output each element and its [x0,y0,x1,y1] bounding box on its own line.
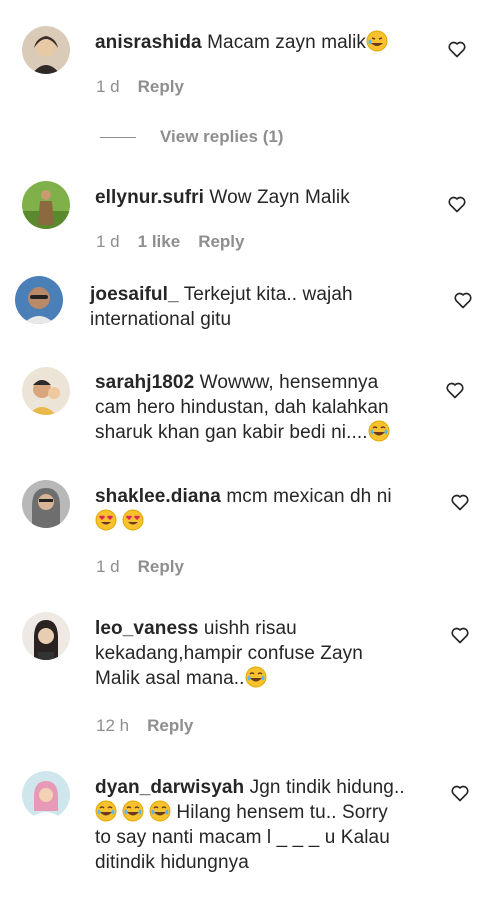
avatar[interactable] [22,367,70,415]
avatar[interactable] [22,771,70,819]
comment-meta: 1 d 1 like Reply [96,232,244,252]
joy-emoji-icon [122,800,144,822]
comment-body: kekadang,hampir confuse Zayn [95,643,363,664]
username[interactable]: anisrashida [95,32,202,53]
comment-body: uishh risau [203,618,297,639]
comment-body: ditindik hidungnya [95,852,249,873]
comment-meta: 12 h Reply [96,716,193,736]
heart-eyes-emoji-icon [95,509,117,531]
username[interactable]: joesaiful_ [90,284,179,305]
avatar[interactable] [22,26,70,74]
timestamp: 1 d [96,77,120,96]
joy-emoji-icon [149,800,171,822]
heart-outline-icon[interactable] [453,290,473,310]
comment-text: dyan_darwisyah Jgn tindik hidung.. Hilan… [95,775,405,875]
username[interactable]: leo_vaness [95,618,198,639]
comment-body: cam hero hindustan, dah kalahkan [95,397,389,418]
comment-meta: 1 d Reply [96,77,184,97]
divider-line [100,136,136,138]
comment-text: shaklee.diana mcm mexican dh ni [95,484,392,534]
reply-button[interactable]: Reply [198,232,244,252]
reply-button[interactable]: Reply [138,77,184,97]
avatar[interactable] [22,480,70,528]
comment-body: international gitu [90,309,232,330]
comment-body: Terkejut kita.. wajah [183,284,353,305]
heart-outline-icon[interactable] [450,625,470,645]
likes-count[interactable]: 1 like [138,232,181,252]
joy-emoji-icon [245,666,267,688]
comment-body: Jgn tindik hidung.. [249,777,405,798]
timestamp: 12 h [96,716,130,735]
timestamp: 1 d [96,232,120,251]
comment-body: to say nanti macam l _ _ _ u Kalau [95,827,390,848]
joy-emoji-icon [368,420,390,442]
heart-outline-icon[interactable] [450,783,470,803]
heart-outline-icon[interactable] [447,39,467,59]
view-replies-label[interactable]: View replies (1) [160,127,283,147]
reply-button[interactable]: Reply [138,557,184,577]
comment-text: ellynur.sufri Wow Zayn Malik [95,185,350,210]
avatar[interactable] [22,181,70,229]
comment-body: Macam zayn malik [207,32,367,53]
comment-body: sharuk khan gan kabir bedi ni.... [95,422,368,443]
heart-eyes-emoji-icon [122,509,144,531]
comment-text: joesaiful_ Terkejut kita.. wajah interna… [90,282,353,332]
heart-outline-icon[interactable] [447,194,467,214]
comment-body: Hilang hensem tu.. Sorry [176,802,388,823]
comment-meta: 1 d Reply [96,557,184,577]
heart-outline-icon[interactable] [445,380,465,400]
timestamp: 1 d [96,557,120,576]
comment-body: Malik asal mana.. [95,668,245,689]
view-replies-button[interactable]: View replies (1) [100,127,283,147]
username[interactable]: shaklee.diana [95,486,221,507]
comment-text: anisrashida Macam zayn malik [95,30,388,55]
rofl-emoji-icon [366,30,388,52]
heart-outline-icon[interactable] [450,492,470,512]
comment-body: mcm mexican dh ni [226,486,392,507]
avatar[interactable] [22,612,70,660]
comment-text: leo_vaness uishh risau kekadang,hampir c… [95,616,363,691]
joy-emoji-icon [95,800,117,822]
username[interactable]: dyan_darwisyah [95,777,244,798]
username[interactable]: ellynur.sufri [95,187,204,208]
reply-button[interactable]: Reply [147,716,193,736]
comment-body: Wowww, hensemnya [199,372,379,393]
comment-text: sarahj1802 Wowww, hensemnya cam hero hin… [95,370,390,445]
avatar[interactable] [15,276,63,324]
comment-body: Wow Zayn Malik [209,187,350,208]
username[interactable]: sarahj1802 [95,372,194,393]
